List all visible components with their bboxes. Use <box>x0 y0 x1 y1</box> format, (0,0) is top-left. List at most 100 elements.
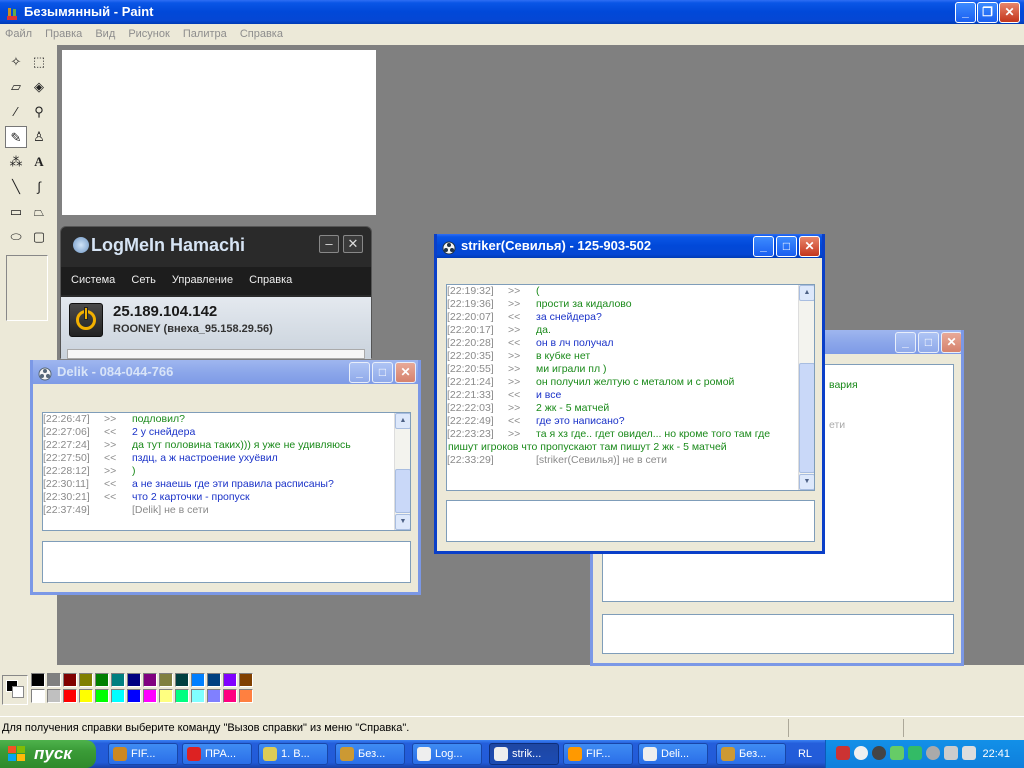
color-swatch[interactable] <box>79 689 93 703</box>
color-swatch[interactable] <box>47 673 61 687</box>
minimize-button[interactable]: _ <box>895 332 916 353</box>
chat-delik-input[interactable] <box>42 541 411 583</box>
menu-file[interactable]: Файл <box>0 24 37 40</box>
menu-view[interactable]: Вид <box>90 24 120 40</box>
color-swatch[interactable] <box>191 673 205 687</box>
taskbar-button[interactable]: Deli... <box>638 743 708 765</box>
color-swatch[interactable] <box>223 689 237 703</box>
tray-hamachi-icon[interactable] <box>854 746 868 760</box>
tray-app-icon[interactable] <box>926 746 940 760</box>
close-button[interactable]: ✕ <box>999 2 1020 23</box>
scroll-down-icon[interactable]: ▼ <box>395 514 410 530</box>
rect-select-icon[interactable]: ⬚ <box>28 51 50 73</box>
chat-striker-log[interactable]: [22:19:32] >> ([22:19:36] >> прости за кидал… <box>446 284 815 491</box>
color-swatch[interactable] <box>111 689 125 703</box>
fill-icon[interactable]: ◈ <box>28 76 50 98</box>
color-swatch[interactable] <box>95 673 109 687</box>
taskbar-button[interactable]: ПРА... <box>182 743 252 765</box>
color-swatch[interactable] <box>159 673 173 687</box>
color-swatch[interactable] <box>79 673 93 687</box>
maximize-button[interactable]: □ <box>918 332 939 353</box>
polygon-icon[interactable]: ⏢ <box>28 201 50 223</box>
hamachi-menu-system[interactable]: Система <box>61 267 115 286</box>
language-indicator[interactable]: RL <box>790 740 820 768</box>
scroll-up-icon[interactable]: ▲ <box>395 413 410 429</box>
color-swatch[interactable] <box>31 673 45 687</box>
color-swatch[interactable] <box>47 689 61 703</box>
rounded-rect-icon[interactable]: ▢ <box>28 226 50 248</box>
menu-edit[interactable]: Правка <box>40 24 87 40</box>
color-swatch[interactable] <box>175 673 189 687</box>
scroll-up-icon[interactable]: ▲ <box>799 285 814 301</box>
clock[interactable]: 22:41 <box>982 740 1010 768</box>
line-icon[interactable]: ╲ <box>5 176 27 198</box>
tray-app-icon[interactable] <box>836 746 850 760</box>
curve-icon[interactable]: ∫ <box>28 176 50 198</box>
color-swatch[interactable] <box>95 689 109 703</box>
color-swatch[interactable] <box>239 673 253 687</box>
ellipse-icon[interactable]: ⬭ <box>5 226 27 248</box>
hamachi-network-list[interactable] <box>67 349 365 359</box>
scroll-thumb[interactable] <box>395 469 410 513</box>
close-button[interactable]: ✕ <box>395 362 416 383</box>
color-swatch[interactable] <box>111 673 125 687</box>
airbrush-icon[interactable]: ⁂ <box>5 151 27 173</box>
chat-striker-titlebar[interactable]: striker(Севилья) - 125-903-502 _ □ ✕ <box>437 234 822 258</box>
tray-keyboard-icon[interactable] <box>962 746 976 760</box>
magnifier-icon[interactable]: ⚲ <box>28 101 50 123</box>
taskbar-button[interactable]: strik... <box>489 743 559 765</box>
color-swatch[interactable] <box>127 673 141 687</box>
hamachi-menu-manage[interactable]: Управление <box>162 267 233 286</box>
chat-striker-scrollbar[interactable]: ▲ ▼ <box>798 285 814 490</box>
brush-icon[interactable]: ♙ <box>28 126 50 148</box>
menu-image[interactable]: Рисунок <box>123 24 175 40</box>
taskbar-button[interactable]: Без... <box>716 743 786 765</box>
hamachi-minimize-button[interactable]: – <box>319 235 339 253</box>
close-button[interactable]: ✕ <box>941 332 961 353</box>
taskbar-button[interactable]: FIF... <box>108 743 178 765</box>
text-tool-icon[interactable]: A <box>28 151 50 173</box>
color-swatch[interactable] <box>207 689 221 703</box>
hamachi-close-button[interactable]: ✕ <box>343 235 363 253</box>
tool-options[interactable] <box>6 255 48 321</box>
color-swatch[interactable] <box>207 673 221 687</box>
menu-help[interactable]: Справка <box>235 24 288 40</box>
maximize-button[interactable]: □ <box>372 362 393 383</box>
scroll-thumb[interactable] <box>799 363 814 473</box>
taskbar-button[interactable]: Без... <box>335 743 405 765</box>
minimize-button[interactable]: _ <box>955 2 976 23</box>
color-swatch[interactable] <box>191 689 205 703</box>
color-swatch[interactable] <box>127 689 141 703</box>
color-swatch[interactable] <box>63 673 77 687</box>
menu-colors[interactable]: Палитра <box>178 24 232 40</box>
minimize-button[interactable]: _ <box>753 236 774 257</box>
minimize-button[interactable]: _ <box>349 362 370 383</box>
chat-delik-titlebar[interactable]: Delik - 084-044-766 _ □ ✕ <box>33 360 418 384</box>
color-swatch[interactable] <box>159 689 173 703</box>
color-swatch[interactable] <box>239 689 253 703</box>
color-swatch[interactable] <box>63 689 77 703</box>
close-button[interactable]: ✕ <box>799 236 820 257</box>
color-swatch[interactable] <box>31 689 45 703</box>
power-icon[interactable] <box>69 303 103 337</box>
restore-button[interactable]: ❐ <box>977 2 998 23</box>
color-swatch[interactable] <box>223 673 237 687</box>
color-swatch[interactable] <box>143 673 157 687</box>
chat-back-input[interactable] <box>602 614 954 654</box>
hamachi-menu-network[interactable]: Сеть <box>121 267 155 286</box>
scroll-down-icon[interactable]: ▼ <box>799 474 814 490</box>
taskbar-button[interactable]: Log... <box>412 743 482 765</box>
tray-speaker-icon[interactable] <box>872 746 886 760</box>
paint-titlebar[interactable]: Безымянный - Paint _ ❐ ✕ <box>0 0 1024 24</box>
maximize-button[interactable]: □ <box>776 236 797 257</box>
drawing-canvas[interactable] <box>62 50 376 215</box>
chat-striker-input[interactable] <box>446 500 815 542</box>
color-swatch[interactable] <box>175 689 189 703</box>
color-picker-icon[interactable]: ⁄ <box>5 101 27 123</box>
rectangle-icon[interactable]: ▭ <box>5 201 27 223</box>
start-button[interactable]: пуск <box>0 740 96 768</box>
chat-delik-scrollbar[interactable]: ▲ ▼ <box>394 413 410 530</box>
hamachi-menu-help[interactable]: Справка <box>239 267 292 286</box>
free-select-icon[interactable]: ✧ <box>5 51 27 73</box>
taskbar-button[interactable]: FIF... <box>563 743 633 765</box>
